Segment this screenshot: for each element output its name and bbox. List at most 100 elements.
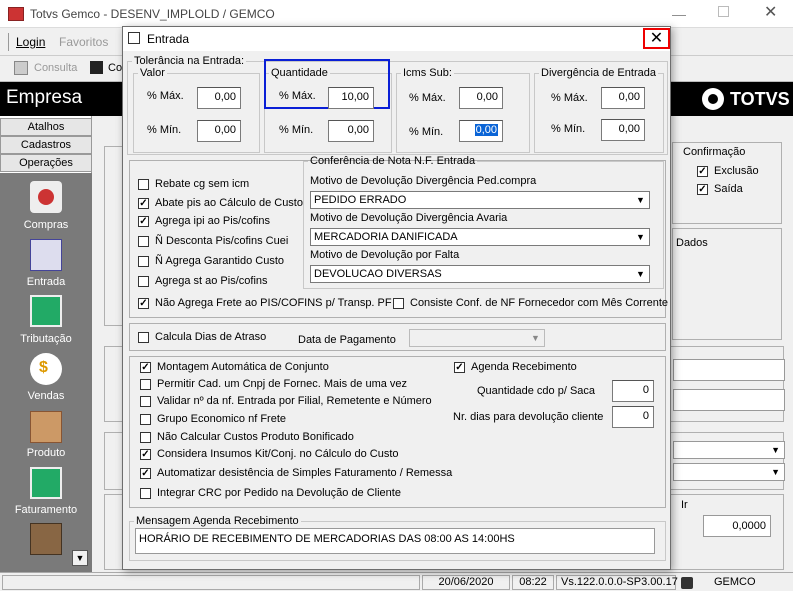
valor-min-input[interactable]: 0,00 bbox=[197, 120, 241, 142]
grupo-economico-label: Grupo Economico nf Frete bbox=[157, 413, 287, 425]
bg-value-field[interactable]: 0,0000 bbox=[703, 515, 771, 537]
minimize-icon[interactable]: — bbox=[672, 6, 686, 22]
divergencia-max-label: % Máx. bbox=[551, 92, 588, 104]
motivo-avaria-select[interactable]: MERCADORIA DANIFICADA ▼ bbox=[310, 228, 650, 246]
dialog-close-button[interactable]: ✕ bbox=[643, 28, 670, 49]
consulta-button[interactable]: Consulta bbox=[34, 62, 77, 74]
fechamento-icon bbox=[30, 523, 62, 555]
icms-max-input[interactable]: 0,00 bbox=[459, 87, 503, 109]
chevron-down-icon: ▼ bbox=[632, 229, 649, 245]
divergencia-min-label: % Mín. bbox=[551, 123, 586, 135]
automatizar-desistencia-checkbox[interactable]: ✓ Automatizar desistência de Simples Fatu… bbox=[140, 467, 452, 479]
nav-item-entrada[interactable]: Entrada bbox=[0, 276, 92, 288]
motivo-falta-select[interactable]: DEVOLUCAO DIVERSAS ▼ bbox=[310, 265, 650, 283]
nav-item-faturamento[interactable]: Faturamento bbox=[0, 504, 92, 516]
scroll-down-icon[interactable]: ▼ bbox=[72, 550, 88, 566]
dados-panel: Dados bbox=[672, 228, 782, 340]
quantidade-min-input[interactable]: 0,00 bbox=[328, 120, 374, 142]
toolbar-co-button[interactable]: Co bbox=[108, 62, 122, 74]
quantidade-max-input[interactable]: 10,00 bbox=[328, 87, 374, 109]
chevron-down-icon: ▼ bbox=[632, 266, 649, 282]
maximize-icon[interactable] bbox=[718, 6, 729, 17]
consulta-icon bbox=[14, 61, 28, 75]
divergencia-max-input[interactable]: 0,00 bbox=[601, 87, 645, 109]
main-title-bar: Totvs Gemco - DESENV_IMPLOLD / GEMCO — ✕ bbox=[0, 0, 793, 28]
nav-item-tributacao[interactable]: Tributação bbox=[0, 333, 92, 345]
motivo-falta-label: Motivo de Devolução por Falta bbox=[310, 249, 460, 261]
nao-calcular-custos-label: Não Calcular Custos Produto Bonificado bbox=[157, 431, 354, 443]
divergencia-min-input[interactable]: 0,00 bbox=[601, 119, 645, 141]
automatizar-desistencia-box: ✓ bbox=[140, 467, 151, 479]
bg-field-2[interactable] bbox=[673, 389, 785, 411]
qtd-cdo-input[interactable]: 0 bbox=[612, 380, 654, 402]
consiste-conf-label: Consiste Conf. de NF Fornecedor com Mês … bbox=[410, 297, 668, 309]
agrega-st-label: Agrega st ao Pis/cofins bbox=[155, 275, 268, 287]
valor-min-label: % Mín. bbox=[147, 124, 182, 136]
nr-dias-input[interactable]: 0 bbox=[612, 406, 654, 428]
rebate-checkbox[interactable]: Rebate cg sem icm bbox=[138, 178, 249, 190]
permitir-cnpj-label: Permitir Cad. um Cnpj de Fornec. Mais de… bbox=[157, 378, 408, 390]
bg-select-2[interactable]: ▼ bbox=[673, 463, 785, 481]
validar-nf-checkbox[interactable]: Validar nº da nf. Entrada por Filial, Re… bbox=[140, 395, 432, 407]
nav-tab-atalhos[interactable]: Atalhos bbox=[0, 118, 92, 136]
abate-pis-label: Abate pis ao Cálculo de Custo bbox=[155, 197, 303, 209]
bg-select-1[interactable]: ▼ bbox=[673, 441, 785, 459]
nav-item-produto[interactable]: Produto bbox=[0, 447, 92, 459]
considera-insumos-box: ✓ bbox=[140, 448, 151, 460]
considera-insumos-checkbox[interactable]: ✓ Considera Insumos Kit/Conj. no Cálculo … bbox=[140, 448, 399, 460]
agenda-recebimento-checkbox[interactable]: ✓ Agenda Recebimento bbox=[454, 361, 577, 373]
abate-pis-checkbox[interactable]: ✓ Abate pis ao Cálculo de Custo bbox=[138, 197, 303, 209]
integrar-crc-label: Integrar CRC por Pedido na Devolução de … bbox=[157, 487, 401, 499]
entrada-icon bbox=[30, 239, 62, 271]
montagem-checkbox[interactable]: ✓ Montagem Automática de Conjunto bbox=[140, 361, 329, 373]
nao-agrega-garantido-label: Ñ Agrega Garantido Custo bbox=[155, 255, 285, 267]
integrar-crc-checkbox[interactable]: Integrar CRC por Pedido na Devolução de … bbox=[140, 487, 401, 499]
exclusao-checkbox[interactable]: ✓ Exclusão bbox=[697, 165, 759, 177]
status-version: Vs.122.0.0.0-SP3.00.17 bbox=[556, 575, 678, 590]
bg-field-1[interactable] bbox=[673, 359, 785, 381]
data-pagamento-select[interactable]: ▼ bbox=[409, 329, 545, 347]
brand-logo: TOTVS bbox=[730, 89, 790, 109]
agrega-ipi-label: Agrega ipi ao Pis/cofins bbox=[155, 215, 270, 227]
nao-desconta-checkbox[interactable]: Ñ Desconta Pis/cofins Cuei bbox=[138, 235, 288, 247]
mensagem-title: Mensagem Agenda Recebimento bbox=[136, 515, 299, 527]
nao-agrega-garantido-checkbox[interactable]: Ñ Agrega Garantido Custo bbox=[138, 255, 284, 267]
nao-agrega-garantido-box bbox=[138, 255, 149, 267]
menu-login[interactable]: Login bbox=[16, 35, 45, 49]
valor-max-input[interactable]: 0,00 bbox=[197, 87, 241, 109]
dados-label: Dados bbox=[676, 237, 708, 249]
permitir-cnpj-checkbox[interactable]: Permitir Cad. um Cnpj de Fornec. Mais de… bbox=[140, 378, 407, 390]
consiste-conf-checkbox[interactable]: Consiste Conf. de NF Fornecedor com Mês … bbox=[393, 297, 668, 309]
motivo-divergencia-select[interactable]: PEDIDO ERRADO ▼ bbox=[310, 191, 650, 209]
save-icon[interactable] bbox=[90, 61, 103, 74]
icms-min-value: 0,00 bbox=[474, 124, 498, 136]
entrada-dialog: Entrada ✕ Tolerância na Entrada: Valor %… bbox=[122, 26, 671, 570]
nav-tab-operacoes[interactable]: Operações bbox=[0, 154, 92, 172]
conferencia-title: Conferência de Nota N.F. Entrada bbox=[310, 155, 476, 167]
nav-item-compras[interactable]: Compras bbox=[0, 219, 92, 231]
agrega-st-box bbox=[138, 275, 149, 287]
agrega-st-checkbox[interactable]: Agrega st ao Pis/cofins bbox=[138, 275, 268, 287]
nao-calcular-custos-checkbox[interactable]: Não Calcular Custos Produto Bonificado bbox=[140, 431, 354, 443]
saida-checkbox[interactable]: ✓ Saída bbox=[697, 183, 743, 195]
mensagem-textarea[interactable]: HORÁRIO DE RECEBIMENTO DE MERCADORIAS DA… bbox=[135, 528, 655, 554]
left-navigation: Atalhos Cadastros Operações Compras Entr… bbox=[0, 116, 92, 572]
agrega-ipi-checkbox[interactable]: ✓ Agrega ipi ao Pis/cofins bbox=[138, 215, 270, 227]
confirmacao-panel: Confirmação ✓ Exclusão ✓ Saída bbox=[672, 142, 782, 224]
confirmacao-title: Confirmação bbox=[683, 146, 746, 158]
integrar-crc-box bbox=[140, 487, 151, 499]
icms-max-label: % Máx. bbox=[409, 92, 446, 104]
validar-nf-label: Validar nº da nf. Entrada por Filial, Re… bbox=[157, 395, 432, 407]
nao-agrega-frete-checkbox[interactable]: ✓ Não Agrega Frete ao PIS/COFINS p/ Trans… bbox=[138, 297, 392, 309]
menu-favoritos[interactable]: Favoritos bbox=[59, 35, 108, 49]
nav-tab-cadastros[interactable]: Cadastros bbox=[0, 136, 92, 154]
qtd-cdo-label: Quantidade cdo p/ Saca bbox=[477, 385, 596, 397]
rebate-box bbox=[138, 178, 149, 190]
empresa-title: Empresa bbox=[6, 87, 83, 108]
calcula-dias-checkbox[interactable]: Calcula Dias de Atraso bbox=[138, 331, 266, 343]
nav-item-vendas[interactable]: Vendas bbox=[0, 390, 92, 402]
grupo-economico-checkbox[interactable]: Grupo Economico nf Frete bbox=[140, 413, 286, 425]
grupo-economico-box bbox=[140, 413, 151, 425]
icms-min-input[interactable]: 0,00 bbox=[459, 120, 503, 142]
close-app-icon[interactable]: ✕ bbox=[764, 2, 777, 22]
